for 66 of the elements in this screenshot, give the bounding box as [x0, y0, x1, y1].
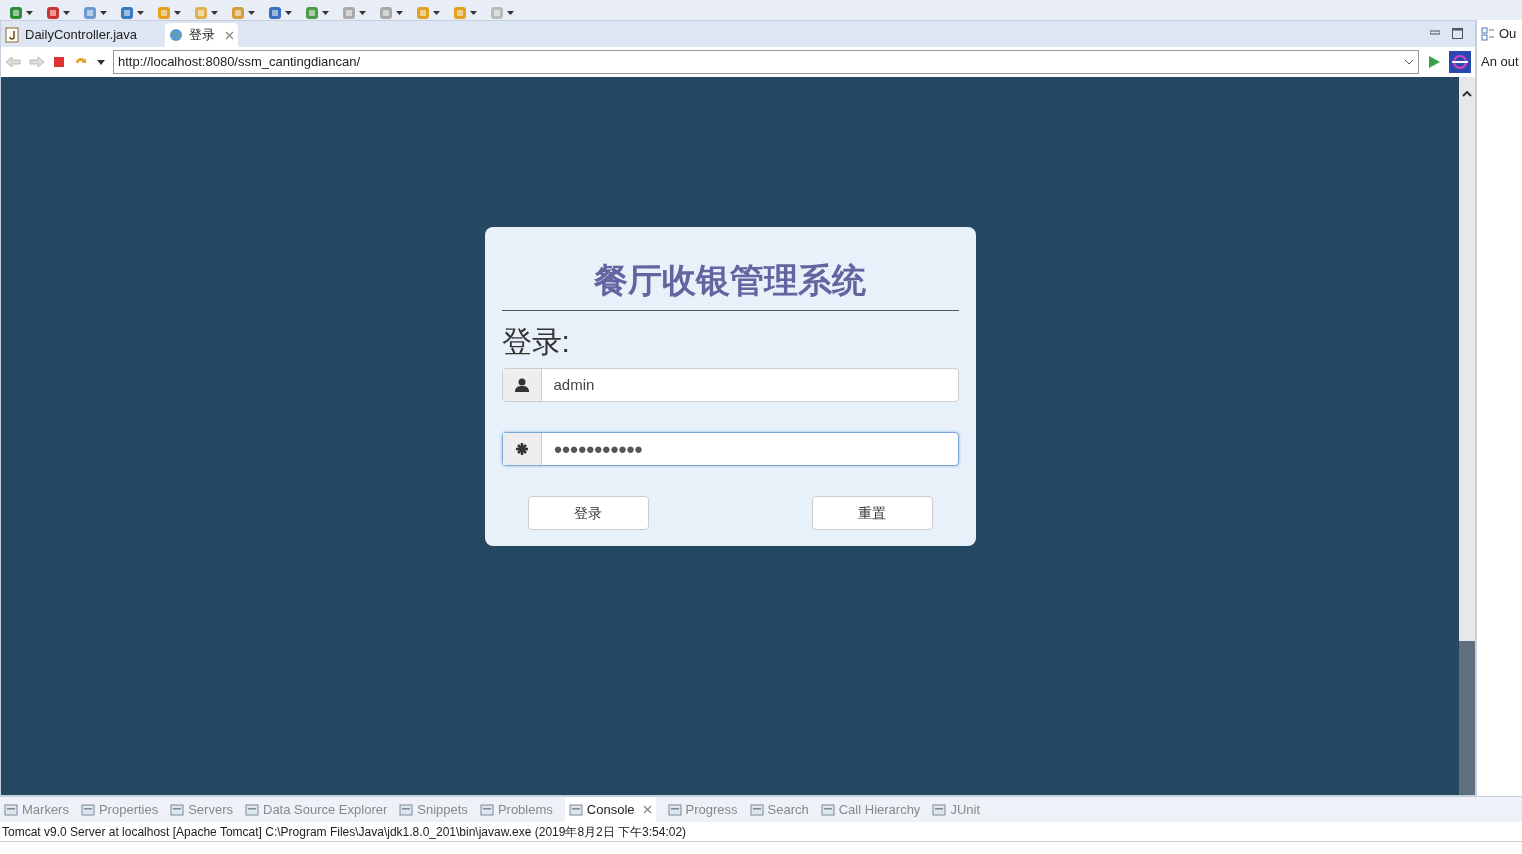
browser-icon[interactable] — [1449, 51, 1471, 73]
toolbar-icon[interactable] — [452, 6, 477, 20]
view-tab[interactable]: Markers — [4, 797, 69, 822]
system-title: 餐厅收银管理系统 — [501, 227, 959, 311]
view-tab[interactable]: Servers — [170, 797, 233, 822]
console-process-label: Tomcat v9.0 Server at localhost [Apache Tomcat] C:\Program Files\Java\jdk1.8.0_201\bin\javaw.exe (2019年8月2日 下午3:54:02) — [0, 822, 1522, 842]
toolbar-icon[interactable] — [193, 6, 218, 20]
view-icon — [749, 802, 764, 817]
view-icon — [667, 802, 682, 817]
toolbar-icon[interactable] — [341, 6, 366, 20]
form-button[interactable]: 重置 — [811, 496, 933, 530]
toolbar-icon[interactable] — [378, 6, 403, 20]
outline-icon — [1481, 26, 1495, 41]
view-tab[interactable]: Progress — [667, 797, 738, 822]
scrollbar-thumb[interactable] — [1459, 111, 1475, 641]
editor-tab[interactable]: DailyController.java — [1, 23, 141, 47]
close-icon[interactable] — [225, 30, 234, 40]
url-field[interactable]: http://localhost:8080/ssm_cantingdiancan/ — [113, 50, 1419, 74]
view-tab[interactable]: Problems — [479, 797, 553, 822]
stop-icon[interactable] — [53, 56, 65, 68]
view-tab[interactable]: Call Hierarchy — [820, 797, 921, 822]
minimize-icon[interactable] — [1430, 28, 1440, 36]
chevron-down-icon[interactable] — [1404, 59, 1414, 65]
user-icon — [514, 378, 529, 392]
outline-message: An out — [1481, 52, 1520, 71]
password-field[interactable]: ●●●●●●●●●●● — [501, 432, 959, 466]
go-icon[interactable] — [1427, 55, 1441, 69]
view-icon — [80, 802, 95, 817]
toolbar-icon[interactable] — [415, 6, 440, 20]
view-icon — [170, 802, 185, 817]
view-icon — [932, 802, 947, 817]
editor-tab[interactable]: 登录 — [165, 23, 238, 47]
view-icon — [820, 802, 835, 817]
globe-icon — [169, 28, 183, 42]
toolbar-icon[interactable] — [156, 6, 181, 20]
toolbar-icon[interactable] — [230, 6, 255, 20]
outline-tab[interactable]: Ou — [1481, 24, 1522, 44]
java-file-icon — [5, 27, 19, 43]
form-button[interactable]: 登录 — [527, 496, 649, 530]
username-field[interactable]: admin — [501, 368, 959, 402]
dropdown-icon[interactable] — [97, 59, 105, 65]
view-tab[interactable]: Snippets — [399, 797, 468, 822]
view-tab[interactable]: Console — [564, 797, 656, 822]
view-icon — [479, 802, 494, 817]
view-tab[interactable]: Data Source Explorer — [245, 797, 388, 822]
view-icon — [245, 802, 259, 817]
toolbar-icon[interactable] — [489, 6, 514, 20]
toolbar-icon[interactable] — [45, 6, 70, 20]
field-value: admin — [552, 374, 596, 395]
view-tab[interactable]: JUnit — [932, 797, 980, 822]
view-tab[interactable]: Search — [749, 797, 809, 822]
maximize-icon[interactable] — [1452, 28, 1463, 39]
toolbar-icon[interactable] — [119, 6, 144, 20]
view-icon — [568, 802, 583, 817]
toolbar-icon[interactable] — [8, 6, 33, 20]
view-icon — [399, 802, 414, 817]
login-heading: 登录: — [501, 324, 571, 360]
toolbar-icon[interactable] — [304, 6, 329, 20]
toolbar-icon[interactable] — [82, 6, 107, 20]
asterisk-icon — [514, 442, 529, 456]
close-icon[interactable] — [642, 805, 652, 814]
field-value: ●●●●●●●●●●● — [552, 438, 644, 459]
view-icon — [4, 802, 18, 817]
scroll-up-icon[interactable] — [1462, 91, 1472, 97]
view-tab[interactable]: Properties — [80, 797, 159, 822]
toolbar-icon[interactable] — [267, 6, 292, 20]
